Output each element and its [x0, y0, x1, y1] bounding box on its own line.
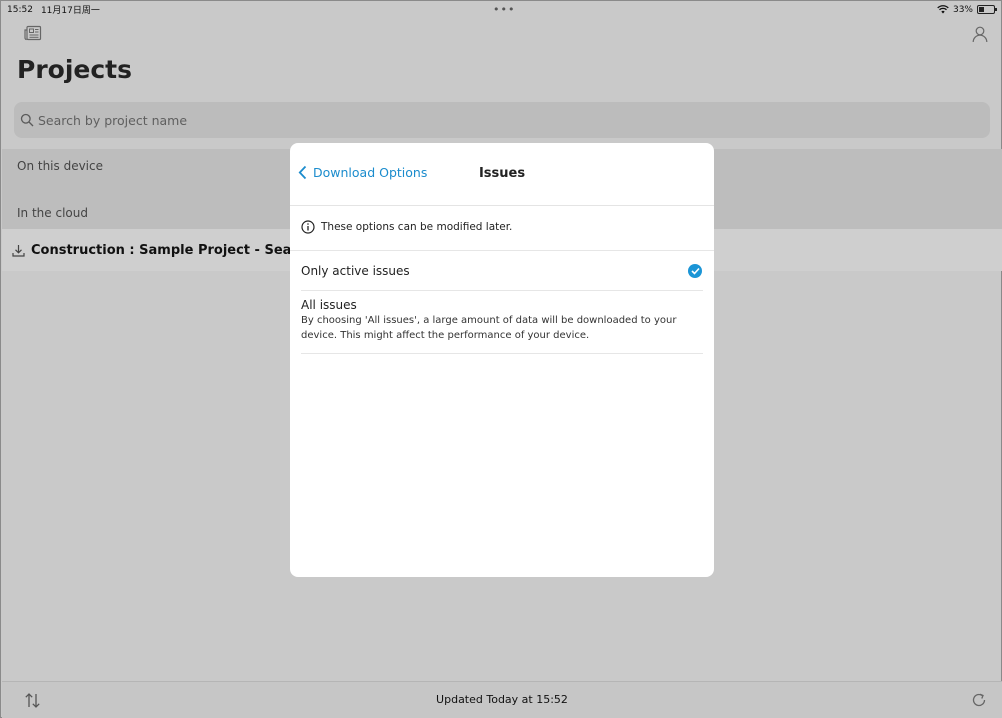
section-on-device: On this device [17, 159, 103, 173]
search-input[interactable] [38, 112, 938, 128]
description-line-1: By choosing 'All issues', a large amount… [301, 315, 677, 326]
app-window: 15:52 11月17日周一 ••• 33% Projects Search b… [0, 0, 1002, 718]
battery-percent: 33% [952, 4, 973, 15]
status-time: 15:52 [7, 4, 33, 15]
section-in-cloud: In the cloud [17, 206, 88, 220]
search-icon [20, 113, 34, 127]
option-only-active[interactable]: Only active issues [290, 251, 714, 291]
wifi-icon [937, 5, 949, 14]
updated-status: Updated Today at 15:52 [436, 693, 568, 706]
info-text: These options can be modified later. [321, 221, 513, 233]
option-all-issues[interactable]: All issues By choosing 'All issues', a l… [290, 291, 714, 353]
info-row: These options can be modified later. [301, 220, 512, 234]
person-icon[interactable] [972, 26, 988, 43]
download-icon[interactable] [12, 244, 25, 257]
status-bar: 15:52 11月17日周一 ••• 33% [1, 1, 1001, 18]
option-all-issues-label: All issues [301, 298, 357, 312]
news-icon[interactable] [24, 25, 42, 41]
option-only-active-label: Only active issues [301, 264, 410, 278]
divider [301, 353, 703, 354]
info-icon [301, 220, 315, 234]
refresh-icon[interactable] [971, 692, 987, 708]
download-options-modal: Download Options Issues These options ca… [290, 143, 714, 577]
modal-header: Download Options Issues [290, 143, 714, 206]
status-right: 33% [937, 1, 997, 18]
bottom-bar: Updated Today at 15:52 [2, 681, 1002, 718]
battery-icon [977, 5, 997, 14]
search-bar[interactable] [14, 102, 990, 138]
checkmark-icon [688, 264, 702, 278]
page-title: Projects [17, 55, 133, 84]
multitask-dots[interactable]: ••• [493, 3, 515, 16]
description-line-2: device. This might affect the performanc… [301, 330, 590, 341]
option-all-issues-description: By choosing 'All issues', a large amount… [301, 313, 681, 343]
modal-title: Issues [478, 166, 526, 181]
status-date: 11月17日周一 [40, 6, 100, 16]
